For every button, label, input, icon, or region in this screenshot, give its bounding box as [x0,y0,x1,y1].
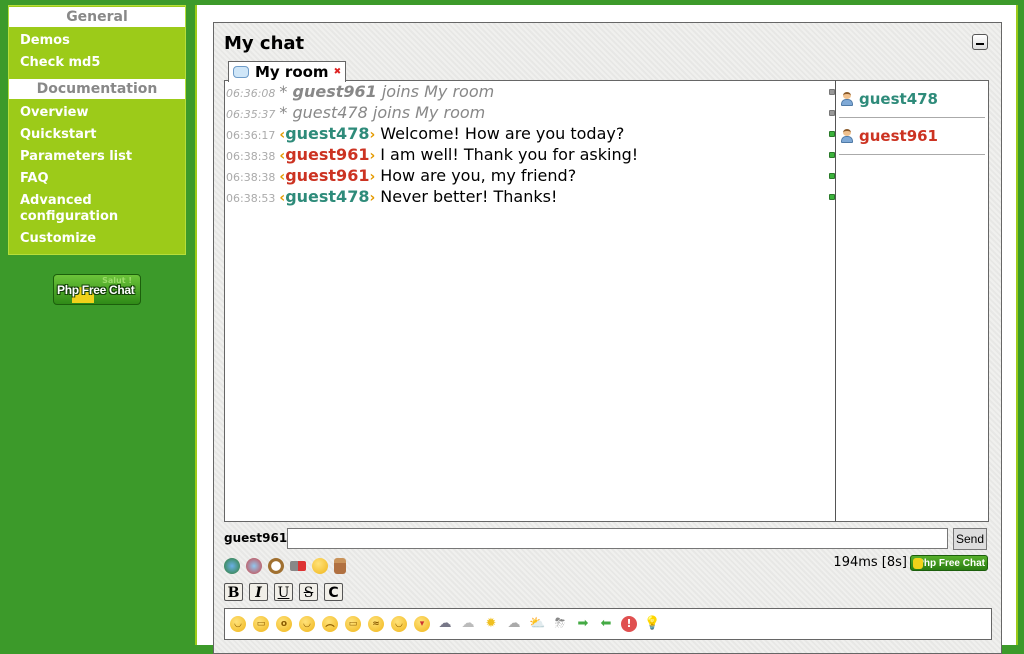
message-time: 06:36:08 [226,87,276,100]
user-list-item[interactable]: guest961 [839,118,985,155]
logo-text: Php Free Chat [57,283,135,297]
sidebar-item-overview[interactable]: Overview [9,100,185,124]
message-nick[interactable]: guest478 [285,187,369,206]
message-text: joins My room [367,103,486,122]
clouds-icon[interactable]: ☁ [506,616,522,632]
user-nick: guest478 [859,90,938,108]
message-text: Never better! Thanks! [380,187,558,206]
ping-status: 194ms [8s] [833,555,907,570]
clock-icon[interactable] [268,558,284,574]
sidebar-item-parameters-list[interactable]: Parameters list [9,146,185,168]
sidebar-item-demos[interactable]: Demos [9,28,185,52]
sound-icon[interactable] [290,561,306,571]
whois-icon[interactable] [246,558,262,574]
minimize-button[interactable] [972,34,988,50]
surprised-icon[interactable]: o [276,616,292,632]
command-icons [224,558,346,574]
message-input[interactable] [287,528,948,549]
sidebar-item-quickstart[interactable]: Quickstart [9,124,185,146]
sidebar-item-advanced-configuration[interactable]: Advanced configuration [9,190,141,228]
sun-icon[interactable]: ✹ [483,616,499,632]
user-nick: guest961 [859,127,938,145]
tab-label: My room [255,63,329,81]
grin-icon[interactable]: ◡ [299,616,315,632]
nick-bracket-close: › [369,190,376,206]
nick-bracket-close: › [369,169,376,185]
connect-icon[interactable] [224,558,240,574]
message-row: 06:35:37 * guest478 joins My room [225,102,837,123]
message-time: 06:38:38 [226,150,276,163]
message-row: 06:36:08 * guest961 joins My room [225,81,837,102]
phpfreechat-mini-logo[interactable]: Php Free Chat [910,555,988,571]
sun-cloud-icon[interactable]: ⛅ [529,616,545,632]
system-prefix: * [279,82,293,101]
italic-button[interactable]: I [249,583,268,601]
sidebar-item-check-md5[interactable]: Check md5 [9,52,185,78]
tongue-icon[interactable]: ▾ [414,616,430,632]
nicklist-toggle-icon[interactable] [334,558,346,574]
message-row: 06:36:17 ‹guest478› Welcome! How are you t… [225,123,837,144]
chat-title: My chat [224,33,305,54]
format-toolbar: B I U S C [224,583,343,601]
chat-container: My chat My room ✖ 06:36:08 * guest961 joi… [213,22,1002,654]
strikethrough-button[interactable]: S [299,583,318,601]
happy-icon[interactable]: ◡ [391,616,407,632]
system-prefix: * [279,103,293,122]
message-row: 06:38:38 ‹guest961› I am well! Thank you f… [225,144,837,165]
message-nick[interactable]: guest478 [285,124,369,143]
color-button[interactable]: C [324,583,343,601]
nick-bracket-close: › [369,127,376,143]
close-icon[interactable]: ✖ [334,67,342,77]
phpfreechat-logo[interactable]: Salut ! Php Free Chat [53,274,141,305]
tab-my-room[interactable]: My room ✖ [228,61,347,82]
nick-bracket-close: › [369,148,376,164]
message-time: 06:35:37 [226,108,276,121]
message-list: 06:36:08 * guest961 joins My room 06:35:3… [224,80,837,522]
message-row: 06:38:53 ‹guest478› Never better! Thanks! [225,186,837,207]
smiley-bar: ◡ ▭ o ◡ ︵ ▭ ≈ ◡ ▾ ☁ ☁ ✹ ☁ ⛅ ⛈ ➡ ⬅ ! 💡 [224,608,992,640]
message-row: 06:38:38 ‹guest961› How are you, my friend… [225,165,837,186]
laugh-icon[interactable]: ▭ [345,616,361,632]
user-list: guest478 guest961 [835,80,989,522]
arrow-right-icon[interactable]: ➡ [575,616,591,632]
lightbulb-icon[interactable]: 💡 [644,616,660,632]
big-grin-icon[interactable]: ▭ [253,616,269,632]
message-nick: guest961 [292,82,377,101]
snow-icon[interactable]: ☁ [460,616,476,632]
sad-icon[interactable]: ︵ [322,616,338,632]
chat-bubble-icon [233,66,249,78]
current-nick-label[interactable]: guest961 [224,531,287,545]
arrow-left-icon[interactable]: ⬅ [598,616,614,632]
message-nick[interactable]: guest961 [285,166,369,185]
squint-icon[interactable]: ≈ [368,616,384,632]
message-text: joins My room [376,82,495,101]
sidebar: General Demos Check md5 Documentation Ov… [8,5,186,255]
underline-button[interactable]: U [274,583,293,601]
user-list-item[interactable]: guest478 [839,81,985,118]
exclamation-icon[interactable]: ! [621,616,637,632]
smiley-toggle-icon[interactable] [312,558,328,574]
storm-icon[interactable]: ⛈ [552,616,568,632]
bold-button[interactable]: B [224,583,243,601]
sidebar-item-faq[interactable]: FAQ [9,168,185,190]
message-nick: guest478 [292,103,368,122]
user-icon [841,92,853,106]
message-time: 06:38:53 [226,192,276,205]
message-time: 06:36:17 [226,129,276,142]
user-icon [841,129,853,143]
send-button[interactable]: Send [953,528,987,550]
sidebar-header-general: General [9,7,185,27]
rain-icon[interactable]: ☁ [437,616,453,632]
message-text: Welcome! How are you today? [380,124,625,143]
sidebar-header-documentation: Documentation [9,79,185,99]
message-time: 06:38:38 [226,171,276,184]
smile-icon[interactable]: ◡ [230,616,246,632]
message-nick[interactable]: guest961 [285,145,369,164]
message-text: How are you, my friend? [380,166,577,185]
sidebar-item-customize[interactable]: Customize [9,228,185,254]
message-text: I am well! Thank you for asking! [380,145,639,164]
